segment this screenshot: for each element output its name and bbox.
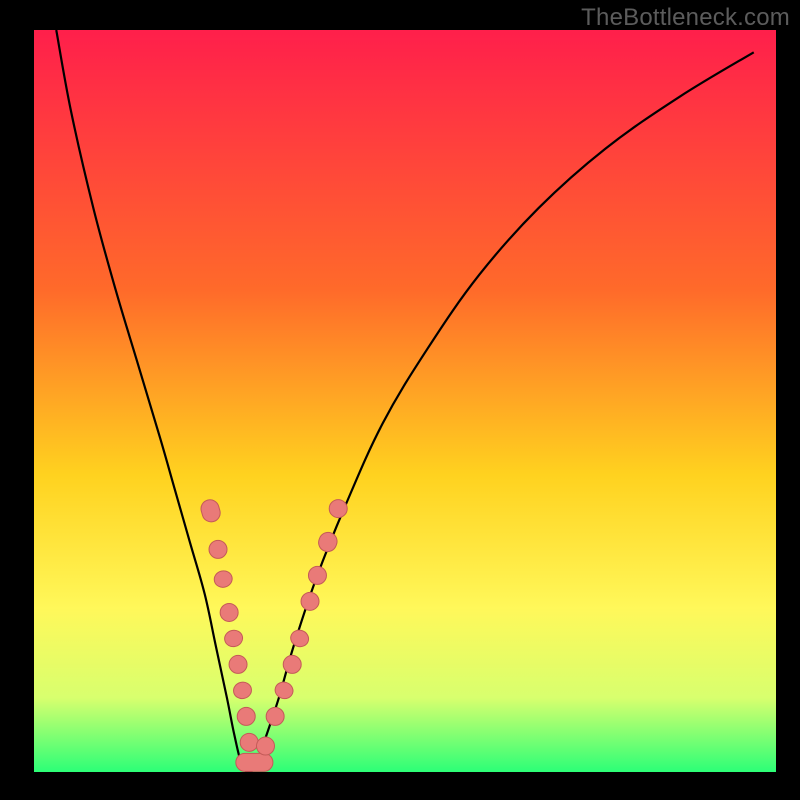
chart-svg bbox=[0, 0, 800, 800]
marker-dot bbox=[329, 500, 347, 518]
chart-stage: TheBottleneck.com bbox=[0, 0, 800, 800]
marker-dot bbox=[220, 603, 238, 621]
watermark-text: TheBottleneck.com bbox=[581, 4, 790, 32]
marker-dot bbox=[240, 733, 258, 751]
marker-dot bbox=[283, 655, 301, 673]
marker-dot bbox=[229, 655, 247, 673]
marker-dot bbox=[209, 540, 227, 558]
plot-area bbox=[34, 30, 776, 772]
marker-dot bbox=[237, 707, 255, 725]
marker-dot bbox=[257, 737, 275, 755]
marker-pill-horizontal bbox=[236, 753, 273, 771]
marker-dot bbox=[266, 707, 284, 725]
marker-dot bbox=[301, 592, 319, 610]
marker-dot bbox=[308, 566, 326, 584]
